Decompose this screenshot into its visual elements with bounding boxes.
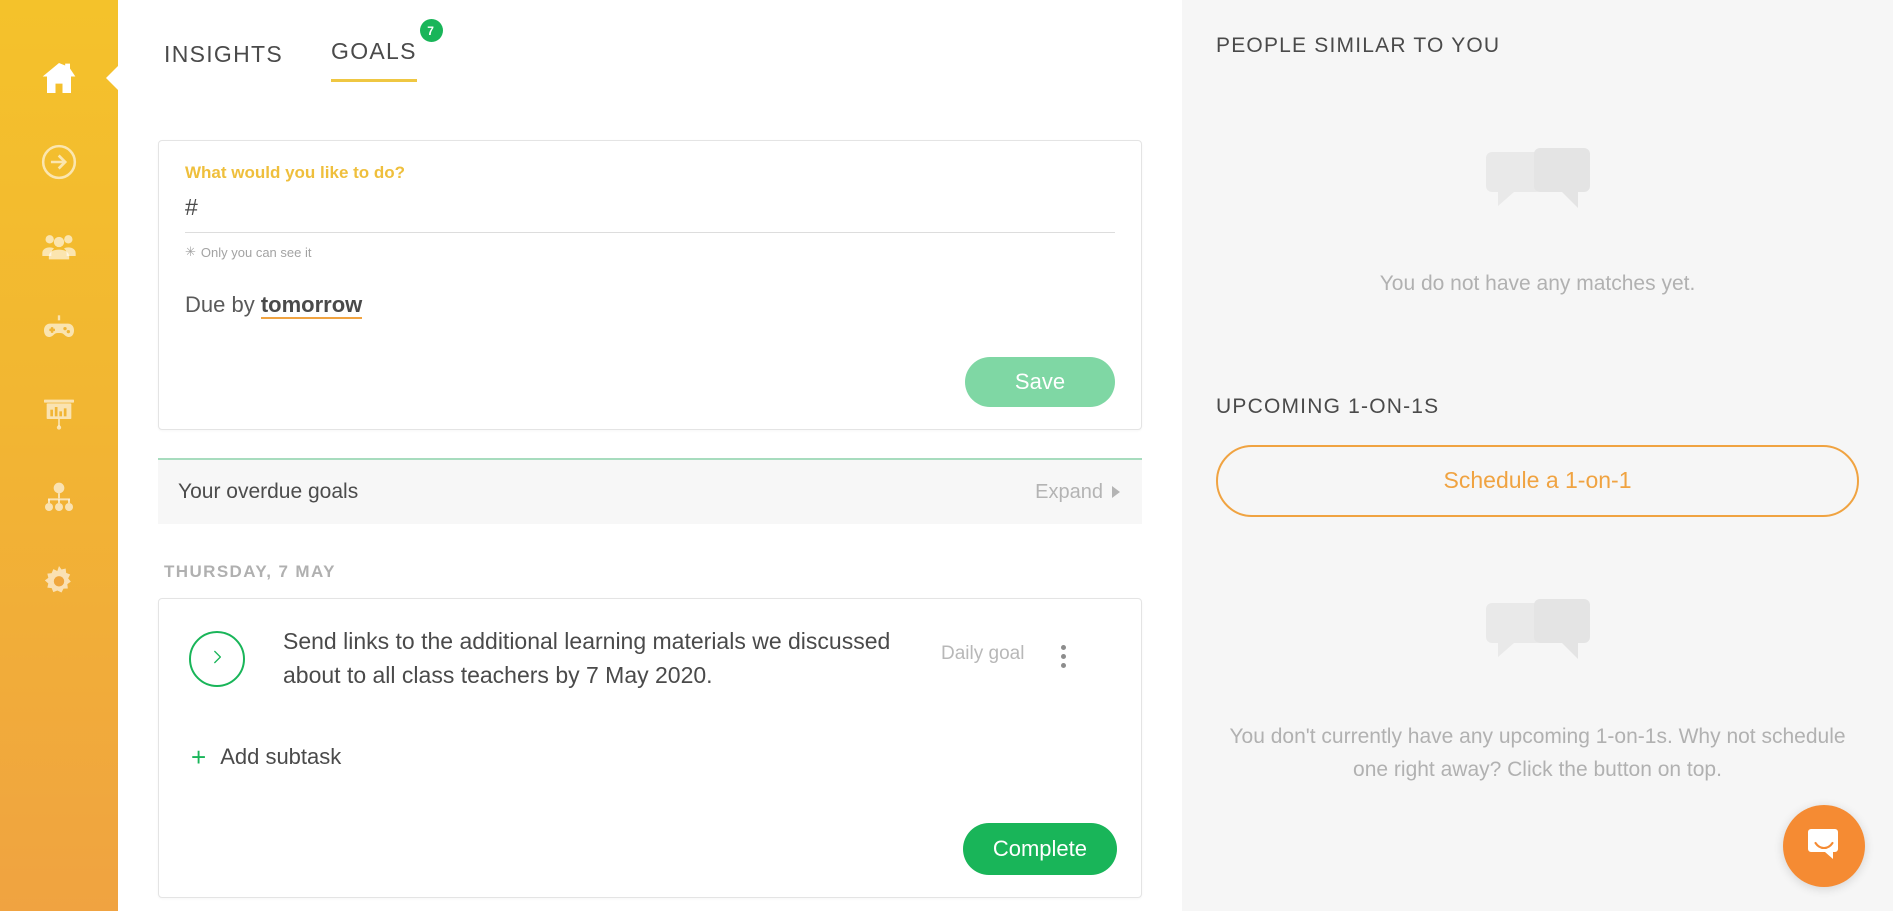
- sidebar-item-games[interactable]: [0, 288, 118, 372]
- complete-button[interactable]: Complete: [962, 823, 1117, 875]
- goal-card: Send links to the additional learning ma…: [158, 598, 1142, 898]
- goal-type-badge: Daily goal: [941, 643, 1025, 664]
- due-date-link[interactable]: tomorrow: [260, 292, 363, 319]
- schedule-1on1-button[interactable]: Schedule a 1-on-1: [1216, 444, 1859, 517]
- plus-icon: +: [191, 742, 207, 773]
- chevron-right-icon: [1112, 486, 1120, 498]
- main-content: INSIGHTS GOALS 7 What would you like to …: [118, 0, 1182, 911]
- new-goal-privacy-hint: ✳ Only you can see it: [185, 244, 1115, 260]
- overdue-expand-control[interactable]: Expand: [1035, 481, 1120, 504]
- new-goal-privacy-text: Only you can see it: [200, 244, 312, 260]
- gear-icon: [39, 562, 79, 602]
- chat-smile-icon: [1802, 822, 1846, 871]
- kebab-dot: [1060, 654, 1066, 659]
- overdue-goals-title: Your overdue goals: [178, 480, 359, 503]
- save-button[interactable]: Save: [965, 357, 1115, 407]
- sidebar-item-orgchart[interactable]: [0, 456, 118, 540]
- goal-menu-icon[interactable]: [1052, 641, 1074, 668]
- asterisk-icon: ✳: [185, 244, 196, 259]
- add-subtask-label: Add subtask: [220, 744, 342, 770]
- gamepad-icon: [39, 310, 79, 350]
- new-goal-input[interactable]: [185, 192, 1115, 233]
- tab-insights[interactable]: INSIGHTS: [164, 41, 283, 82]
- org-chart-icon: [39, 478, 79, 518]
- day-heading: THURSDAY, 7 MAY: [164, 562, 336, 581]
- intercom-launcher-button[interactable]: [1783, 805, 1865, 887]
- overdue-goals-bar[interactable]: Your overdue goals Expand: [158, 458, 1142, 524]
- new-goal-due-row: Due by tomorrow: [185, 292, 1115, 319]
- upcoming-1on1s-empty-state: You don't currently have any upcoming 1-…: [1216, 595, 1859, 787]
- sidebar-item-home[interactable]: [0, 36, 119, 120]
- goal-main-row: Send links to the additional learning ma…: [183, 625, 1117, 692]
- add-subtask-button[interactable]: + Add subtask: [191, 744, 1117, 770]
- chat-bubbles-icon: [1484, 595, 1592, 684]
- people-similar-title: PEOPLE SIMILAR TO YOU: [1216, 34, 1501, 57]
- goal-expand-toggle[interactable]: [189, 631, 245, 687]
- sidebar-item-settings[interactable]: [0, 540, 118, 624]
- upcoming-1on1s-title: UPCOMING 1-ON-1S: [1216, 394, 1440, 418]
- tab-goals-label: GOALS: [331, 38, 417, 64]
- content-tabs: INSIGHTS GOALS 7: [146, 0, 1154, 82]
- people-similar-empty-state: You do not have any matches yet.: [1216, 144, 1859, 301]
- goal-title: Send links to the additional learning ma…: [283, 628, 891, 688]
- new-goal-card: What would you like to do? ✳ Only you ca…: [158, 140, 1142, 430]
- chevron-right-icon: [208, 648, 226, 671]
- kebab-dot: [1060, 645, 1066, 650]
- upcoming-1on1s-empty-text: You don't currently have any upcoming 1-…: [1229, 724, 1846, 782]
- kebab-dot: [1060, 663, 1066, 668]
- sidebar-item-team[interactable]: [0, 204, 118, 288]
- tab-goals[interactable]: GOALS 7: [331, 19, 443, 82]
- home-icon: [39, 58, 79, 98]
- app-root: INSIGHTS GOALS 7 What would you like to …: [0, 0, 1893, 911]
- sidebar-item-reports[interactable]: [0, 372, 118, 456]
- overdue-expand-label: Expand: [1035, 480, 1103, 503]
- goals-count-badge: 7: [419, 19, 443, 42]
- arrow-circle-icon: [40, 143, 78, 181]
- chat-bubbles-icon: [1484, 144, 1592, 233]
- presentation-chart-icon: [39, 394, 79, 434]
- sidebar-item-checkin[interactable]: [0, 120, 118, 204]
- due-prefix-label: Due by: [185, 292, 255, 317]
- primary-sidebar: [0, 0, 119, 911]
- right-panel: PEOPLE SIMILAR TO YOU You do not have an…: [1182, 0, 1893, 911]
- tab-insights-label: INSIGHTS: [164, 41, 284, 67]
- new-goal-label: What would you like to do?: [185, 163, 406, 182]
- people-similar-empty-text: You do not have any matches yet.: [1379, 272, 1696, 295]
- people-icon: [39, 226, 79, 266]
